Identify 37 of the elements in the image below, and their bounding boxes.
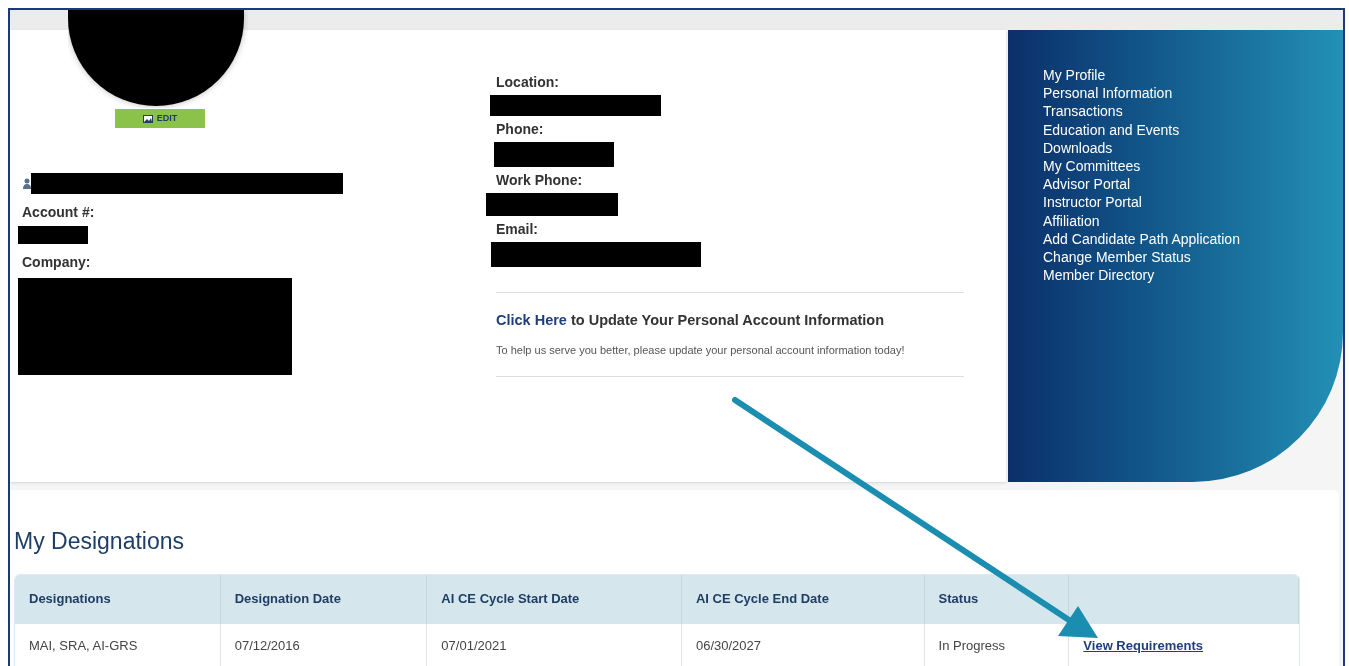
image-icon [142,114,153,123]
column-header: Designations [29,590,111,609]
column-header: Designation Date [234,590,341,609]
click-here-link[interactable]: Click Here [496,312,567,328]
menu-link[interactable]: Personal Information [1043,84,1173,103]
field-label: Work Phone: [496,171,584,190]
field-label: Account #: [22,203,96,222]
column-header: AI CE Cycle Start Date [441,590,580,609]
field-label: Phone: [496,120,545,139]
field-label: Email: [496,220,539,239]
menu-link[interactable]: My Profile [1043,66,1106,85]
menu-link[interactable]: My Committees [1043,157,1141,176]
table-cell-text: MAI, SRA, AI-GRS [29,636,138,655]
view-requirements-link[interactable]: View Requirements [1083,635,1204,656]
redaction-bar [18,226,88,244]
table-cell-text: 07/12/2016 [234,636,300,655]
person-icon [23,178,31,189]
update-heading: Click Here to Update Your Personal Account Information [496,311,886,330]
menu-link[interactable]: Instructor Portal [1043,193,1142,212]
menu-link[interactable]: Education and Events [1043,120,1180,139]
menu-link[interactable]: Add Candidate Path Application [1043,229,1240,249]
menu-link[interactable]: Affiliation [1043,211,1100,230]
menu-link[interactable]: Change Member Status [1043,248,1191,267]
section-title: My Designations [14,527,186,556]
menu-link[interactable]: Member Directory [1043,266,1155,285]
column-header: Status [938,590,979,609]
menu-link[interactable]: Transactions [1043,102,1123,121]
field-label: Company: [22,253,92,272]
edit-button[interactable]: EDIT [115,109,205,128]
update-note: To help us serve you better, please update your personal account information today! [496,342,906,358]
table-cell-text: 07/01/2021 [441,636,507,655]
menu-link[interactable]: Advisor Portal [1043,175,1131,194]
menu-link[interactable]: Downloads [1043,138,1113,157]
field-label: Location: [496,73,560,92]
table-cell-text: 06/30/2027 [695,636,762,655]
table-cell-text: In Progress [938,636,1006,655]
column-header: AI CE Cycle End Date [695,590,829,609]
